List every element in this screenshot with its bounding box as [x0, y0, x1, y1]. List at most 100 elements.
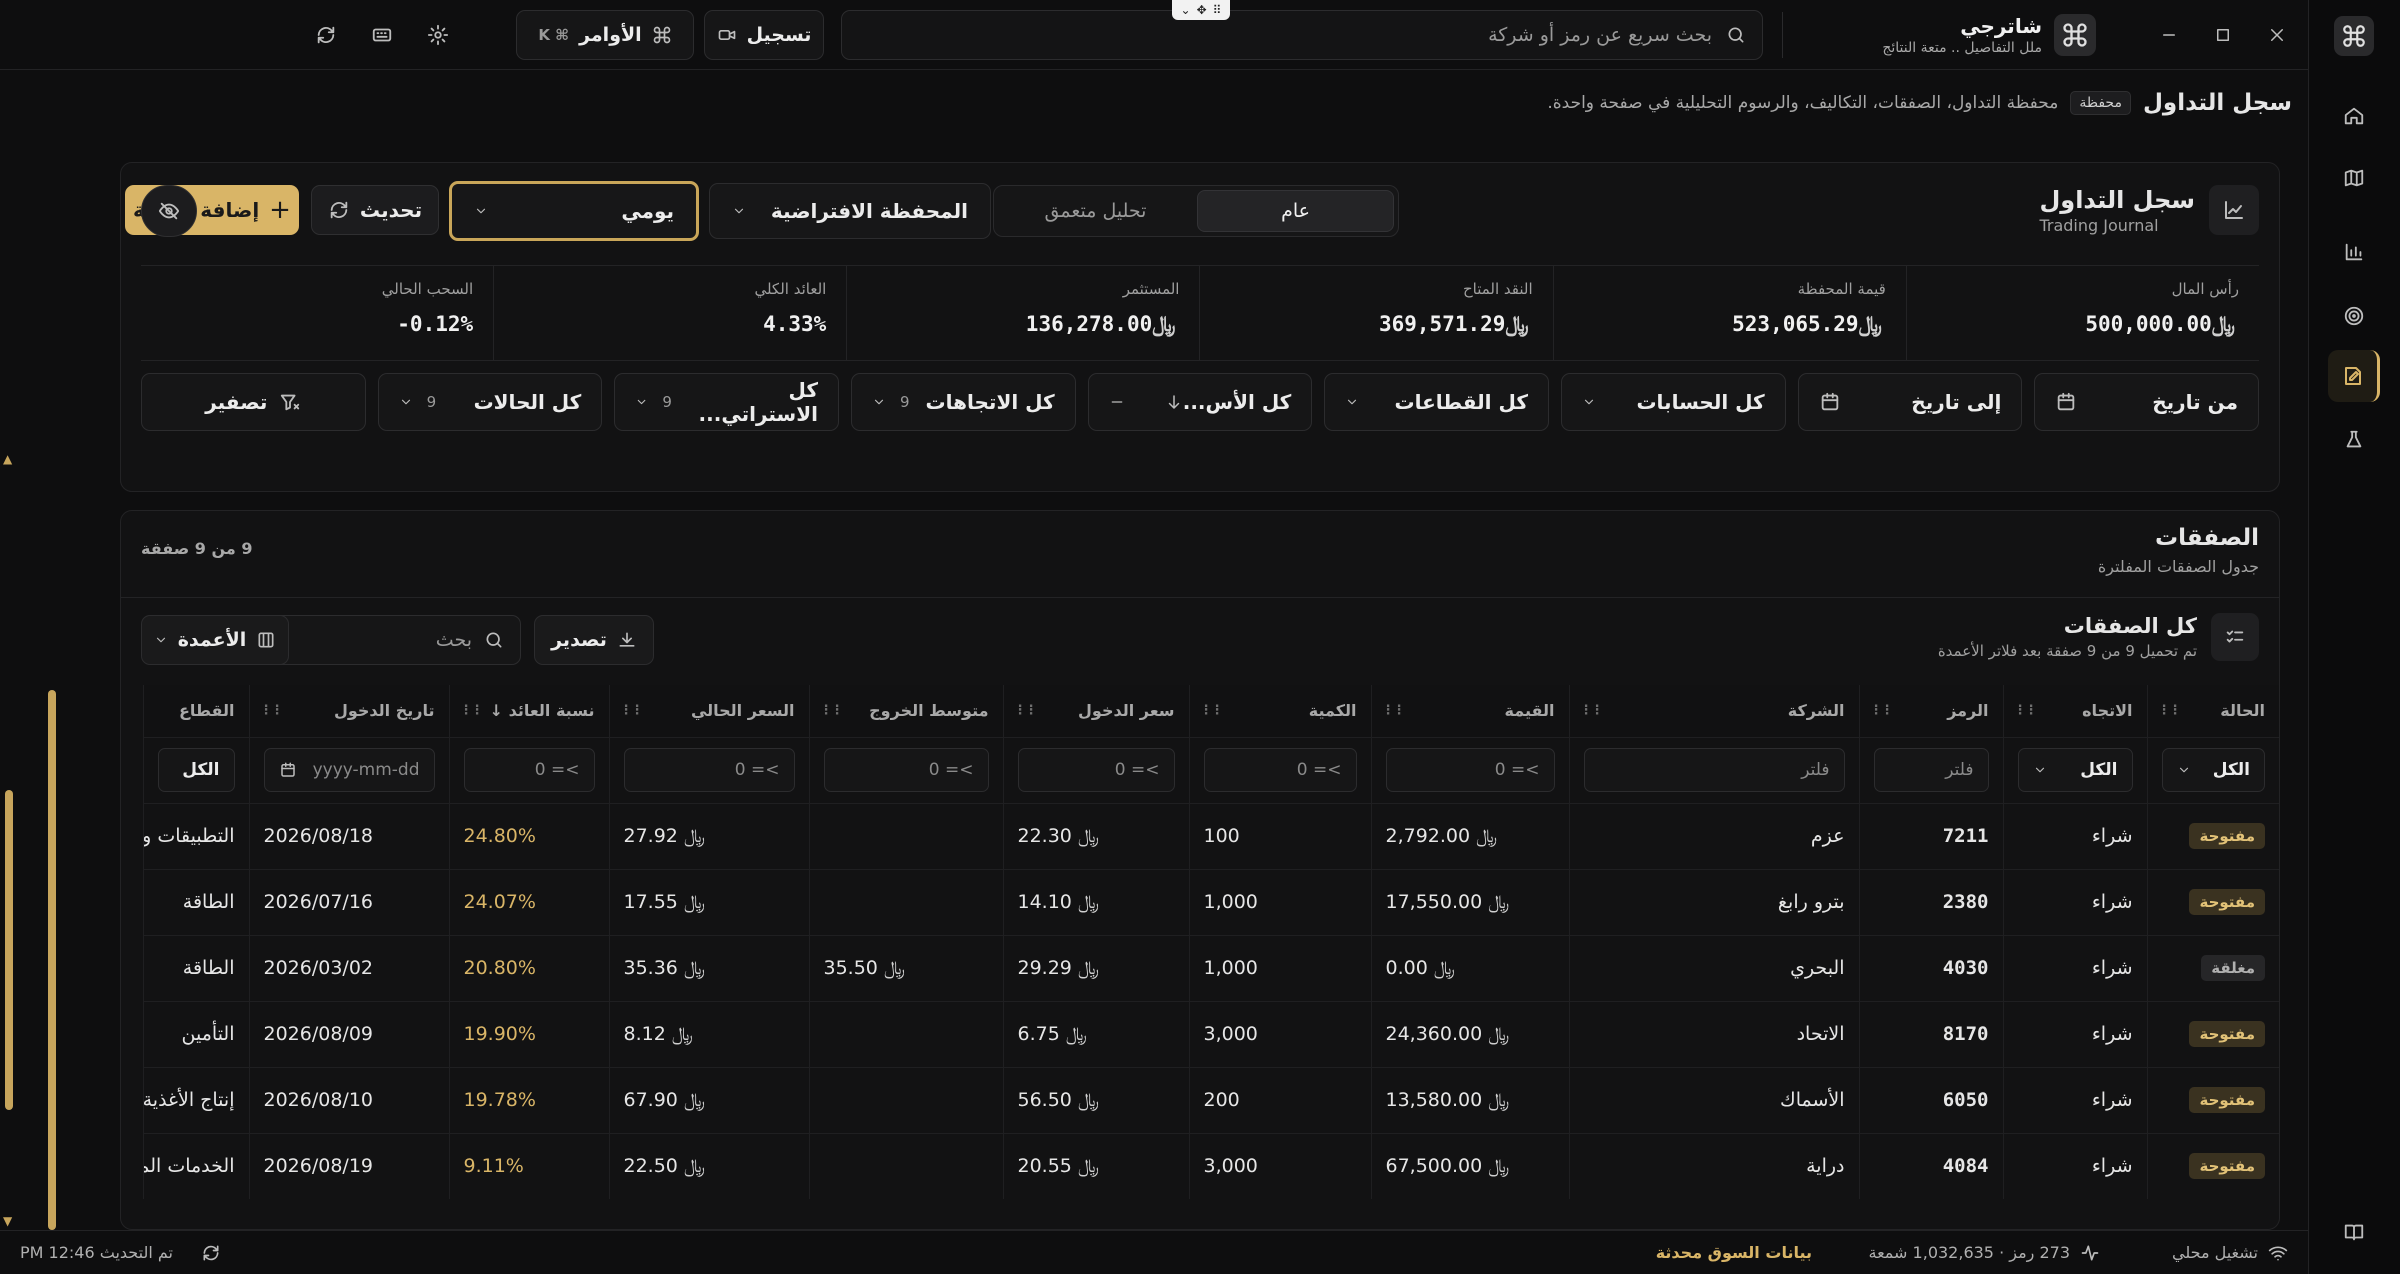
record-button[interactable]: تسجيل: [704, 10, 824, 60]
date-filter-input[interactable]: yyyy-mm-dd: [263, 748, 435, 792]
tab-deep-analysis[interactable]: تحليل متعمق: [998, 190, 1193, 232]
cell-quantity: 3,000: [1188, 1000, 1371, 1067]
table-row[interactable]: مفتوحة شراء 2380 بترو رابغ ﷼ 17,550.00 1,000 ﷼…: [142, 868, 2279, 935]
entry-filter-input[interactable]: >= 0: [1017, 748, 1175, 792]
col-current-price[interactable]: السعر الحالي ⋮⋮: [608, 685, 809, 737]
exit-filter-input[interactable]: >= 0: [823, 748, 989, 792]
sector-filter-select[interactable]: الكل: [157, 748, 235, 792]
reset-filters-button[interactable]: تصفير: [140, 373, 366, 431]
drag-grip-icon[interactable]: ⋮⋮: [1382, 703, 1406, 718]
minimize-window-icon[interactable]: [2152, 18, 2186, 52]
sort-arrow-down-icon[interactable]: [1165, 393, 1183, 411]
quick-search-input[interactable]: بحث سريع عن رمز أو شركة: [841, 10, 1763, 60]
drag-grip-icon[interactable]: ⋮⋮: [460, 703, 484, 718]
home-icon[interactable]: [2338, 100, 2370, 132]
table-row[interactable]: مفتوحة شراء 6050 الأسماك ﷼ 13,580.00 200 ﷼ 56.…: [142, 1066, 2279, 1133]
symbol-filter-input[interactable]: فلتر: [1873, 748, 1989, 792]
journal-icon[interactable]: [2328, 350, 2380, 402]
col-return[interactable]: نسبة العائد ↓ ⋮⋮: [448, 685, 609, 737]
drag-grip-icon[interactable]: ⋮⋮: [620, 703, 644, 718]
trades-table: الحالة ⋮⋮ الاتجاه ⋮⋮ الرمز ⋮⋮ الشركة ⋮⋮ القي…: [142, 685, 2279, 1199]
col-quantity[interactable]: الكمية ⋮⋮: [1188, 685, 1371, 737]
table-scrollbar[interactable]: [48, 690, 56, 1230]
sync-icon[interactable]: [309, 18, 343, 52]
chevron-down-icon: ⌄: [1180, 3, 1191, 17]
maximize-window-icon[interactable]: [2206, 18, 2240, 52]
col-sector[interactable]: القطاع: [142, 685, 249, 737]
accounts-filter[interactable]: كل الحسابات: [1560, 373, 1786, 431]
drag-grip-icon[interactable]: ⋮⋮: [1200, 703, 1224, 718]
col-value[interactable]: القيمة ⋮⋮: [1370, 685, 1569, 737]
portfolio-select[interactable]: المحفظة الافتراضية: [709, 183, 991, 239]
cell-current-price: ﷼ 22.50: [608, 1132, 809, 1199]
col-avg-exit[interactable]: متوسط الخروج ⋮⋮: [808, 685, 1003, 737]
bar-chart-icon[interactable]: [2338, 236, 2370, 268]
filter-placeholder: >= 0: [534, 760, 580, 780]
col-status[interactable]: الحالة ⋮⋮: [2146, 685, 2279, 737]
col-symbol[interactable]: الرمز ⋮⋮: [1858, 685, 2003, 737]
statuses-filter[interactable]: كل الحالات 9: [377, 373, 603, 431]
vertical-scrollbar[interactable]: [5, 790, 13, 1110]
cell-value: 22.50: [623, 1155, 678, 1178]
drag-grip-icon[interactable]: ⋮⋮: [260, 703, 284, 718]
table-row[interactable]: مفتوحة شراء 4084 دراية ﷼ 67,500.00 3,000 ﷼ 20.…: [142, 1132, 2279, 1199]
current-filter-input[interactable]: >= 0: [623, 748, 795, 792]
drag-grip-icon[interactable]: ⋮⋮: [1014, 703, 1038, 718]
commands-button[interactable]: الأوامر ⌘ K: [516, 10, 694, 60]
directions-filter[interactable]: كل الاتجاهات 9: [850, 373, 1076, 431]
drag-grip-icon[interactable]: ⋮⋮: [2014, 703, 2038, 718]
drag-grip-icon[interactable]: ⋮⋮: [820, 703, 844, 718]
drag-handle[interactable]: ⠿ ✥ ⌄: [1172, 0, 1230, 20]
status-bar: تشغيل محلي 273 رمز · 1,032,635 شمعة بيان…: [0, 1230, 2308, 1274]
map-icon[interactable]: [2338, 162, 2370, 194]
calendar-icon: [1821, 392, 1838, 411]
scroll-down-icon[interactable]: ▼: [3, 1214, 12, 1228]
target-icon[interactable]: [2338, 300, 2370, 332]
return-filter-input[interactable]: >= 0: [463, 748, 595, 792]
columns-label: الأعمدة: [177, 629, 247, 651]
download-icon: [619, 632, 635, 647]
export-button[interactable]: تصدير: [534, 615, 654, 665]
keyboard-icon[interactable]: [365, 18, 399, 52]
from-date-picker[interactable]: من تاريخ: [2034, 373, 2259, 431]
scroll-up-icon[interactable]: ▲: [3, 452, 12, 466]
table-row[interactable]: مغلقة شراء 4030 البحري ﷼ 0.00 1,000 ﷼ 29.29 ﷼ 3…: [142, 934, 2279, 1001]
quantity-filter-input[interactable]: >= 0: [1203, 748, 1357, 792]
cell-value: 14.10: [1017, 891, 1072, 913]
strategies-filter[interactable]: كل الاستراتي... 9: [614, 373, 839, 431]
refresh-icon[interactable]: [201, 1243, 221, 1263]
settings-gear-icon[interactable]: [421, 18, 455, 52]
table-row[interactable]: مفتوحة شراء 7211 عزم ﷼ 2,792.00 100 ﷼ 22.30 ﷼ 2…: [142, 802, 2279, 869]
columns-button[interactable]: الأعمدة: [141, 615, 289, 665]
filter-cell: yyyy-mm-dd: [248, 736, 449, 803]
col-entry-price[interactable]: سعر الدخول ⋮⋮: [1002, 685, 1189, 737]
book-icon[interactable]: [2338, 1216, 2370, 1248]
refresh-button[interactable]: تحديث: [311, 185, 439, 235]
col-entry-date[interactable]: تاريخ الدخول ⋮⋮: [248, 685, 449, 737]
hide-values-icon[interactable]: [141, 185, 197, 237]
drag-grip-icon[interactable]: ⋮⋮: [2158, 703, 2182, 718]
flask-icon[interactable]: [2338, 424, 2370, 456]
company-filter-input[interactable]: فلتر: [1583, 748, 1845, 792]
sectors-filter[interactable]: كل القطاعات: [1324, 373, 1549, 431]
assets-filter[interactable]: كل الأس...: [1087, 373, 1313, 431]
period-select[interactable]: يومي: [449, 181, 699, 241]
filter-placeholder: >= 0: [928, 760, 974, 780]
status-filter-select[interactable]: الكل: [2161, 748, 2265, 792]
direction-filter-select[interactable]: الكل: [2017, 748, 2133, 792]
close-window-icon[interactable]: [2260, 18, 2294, 52]
tab-general[interactable]: عام: [1197, 190, 1394, 232]
cell-direction: شراء: [2002, 868, 2147, 935]
cell-company: البحري: [1568, 934, 1859, 1001]
table-row[interactable]: مفتوحة شراء 8170 الاتحاد ﷼ 24,360.00 3,000 ﷼ 6…: [142, 1000, 2279, 1067]
col-company[interactable]: الشركة ⋮⋮: [1568, 685, 1859, 737]
drag-grip-icon[interactable]: ⋮⋮: [1580, 703, 1604, 718]
trades-title: الصفقات: [2154, 525, 2259, 551]
drag-grip-icon[interactable]: ⋮⋮: [1870, 703, 1894, 718]
value-filter-input[interactable]: >= 0: [1385, 748, 1555, 792]
cell-company: الاتحاد: [1568, 1000, 1859, 1067]
app-logo-icon[interactable]: [2334, 16, 2374, 56]
minus-icon[interactable]: [1109, 394, 1125, 410]
col-direction[interactable]: الاتجاه ⋮⋮: [2002, 685, 2147, 737]
to-date-picker[interactable]: إلى تاريخ: [1797, 373, 2023, 431]
